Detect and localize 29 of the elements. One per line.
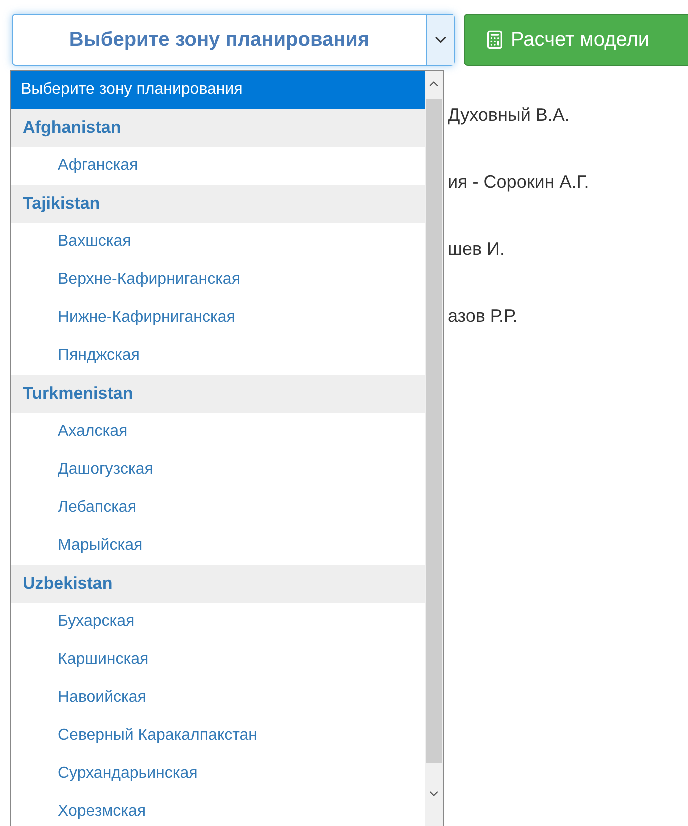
group-header: Tajikistan [11,185,425,223]
group-header: Uzbekistan [11,565,425,603]
scrollbar-thumb[interactable] [426,99,442,763]
option-item[interactable]: Пянджская [11,337,425,375]
option-item[interactable]: Афганская [11,147,425,185]
option-item[interactable]: Вахшская [11,223,425,261]
author-line: Духовный В.А. [448,104,571,127]
author-line: шев И. [448,238,506,261]
scrollbar[interactable] [425,71,443,826]
option-item[interactable]: Северный Каракалпакстан [11,717,425,755]
zone-select[interactable]: Выберите зону планирования [12,14,455,66]
author-line: ия - Сорокин А.Г. [448,171,590,194]
calculate-button[interactable]: Расчет модели [464,14,688,66]
option-item[interactable]: Верхне-Кафирниганская [11,261,425,299]
option-item[interactable]: Дашогузская [11,451,425,489]
option-item[interactable]: Лебапская [11,489,425,527]
option-item[interactable]: Хорезмская [11,793,425,826]
option-item[interactable]: Бухарская [11,603,425,641]
option-item[interactable]: Ахалская [11,413,425,451]
group-header: Turkmenistan [11,375,425,413]
option-item[interactable]: Марыйская [11,527,425,565]
group-header: Afghanistan [11,109,425,147]
option-item[interactable]: Выберите зону планирования [11,71,425,109]
option-item[interactable]: Нижне-Кафирниганская [11,299,425,337]
option-item[interactable]: Навоийская [11,679,425,717]
option-item[interactable]: Каршинская [11,641,425,679]
option-item[interactable]: Сурхандарьинская [11,755,425,793]
author-line: азов Р.Р. [448,305,519,328]
calculator-icon [485,30,505,50]
